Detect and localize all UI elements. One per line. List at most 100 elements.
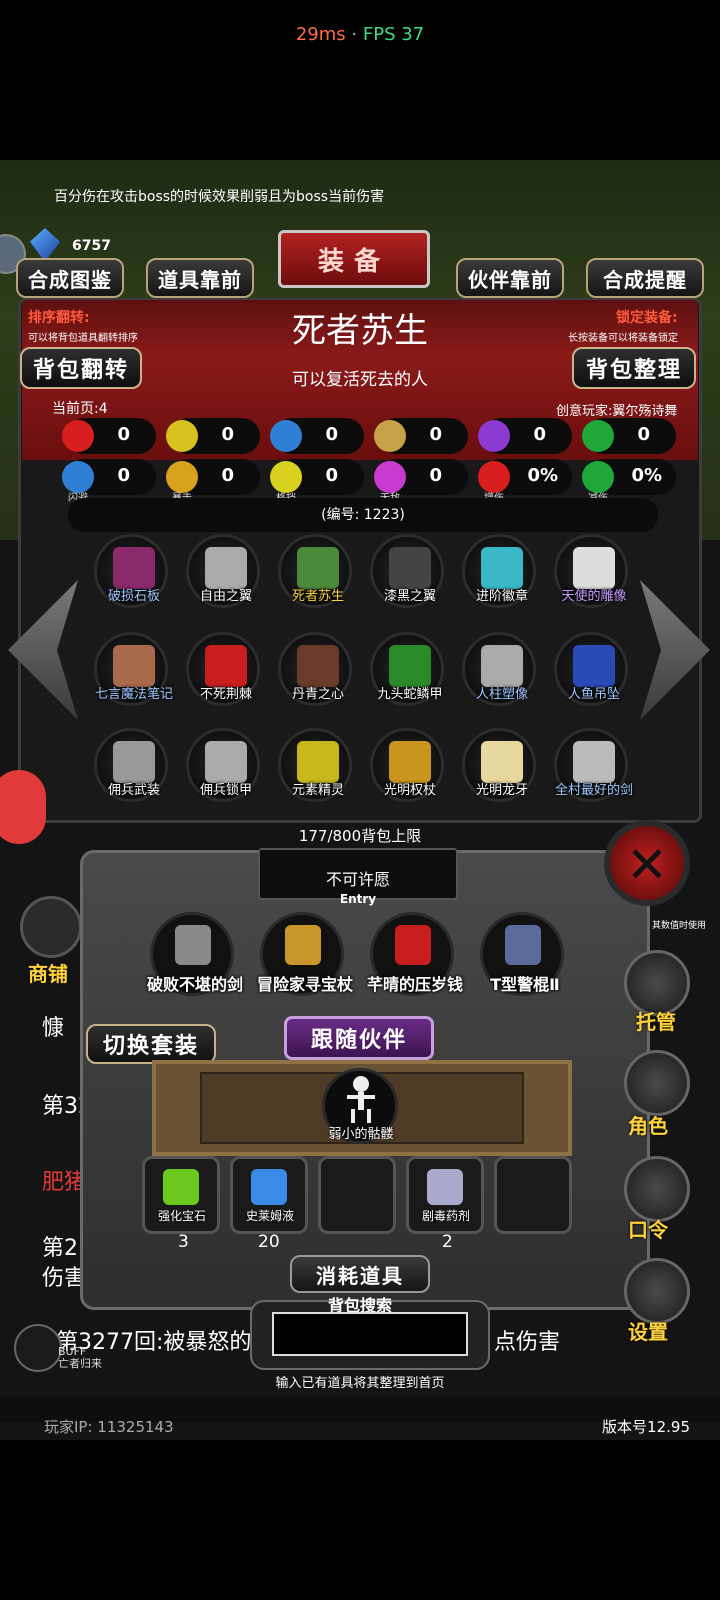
inventory-slot[interactable]: 破损石板	[94, 534, 168, 608]
stat-pill: 0%减伤	[582, 459, 676, 504]
log-line: 慷	[42, 1016, 65, 1041]
partner-front-button[interactable]: 伙伴靠前	[456, 258, 564, 298]
stat-value: 0	[117, 424, 130, 445]
stat-value: 0	[117, 465, 130, 486]
game-screen: 百分伤在攻击boss的时候效果削弱且为boss当前伤害 6757 合成图鉴 道具…	[0, 160, 720, 1440]
item-icon	[205, 547, 247, 589]
heart-icon	[62, 420, 94, 452]
role-label: 角色	[628, 1114, 668, 1138]
skull-icon[interactable]	[14, 1324, 62, 1372]
stat-value: 0	[533, 424, 546, 445]
switch-set-button[interactable]: 切换套装	[86, 1024, 216, 1064]
buff-sub: 亡者归来	[58, 1357, 102, 1370]
item-icon	[297, 547, 339, 589]
item-icon	[573, 547, 615, 589]
items-front-button[interactable]: 道具靠前	[146, 258, 254, 298]
stat-pill: 0	[478, 418, 572, 454]
inventory-slot[interactable]: 死者苏生	[278, 534, 352, 608]
inventory-slot[interactable]: 九头蛇鳞甲	[370, 632, 444, 706]
inventory-slot[interactable]: 佣兵武装	[94, 728, 168, 802]
stat-pill: 0	[374, 418, 468, 454]
item-name: 全村最好的剑	[554, 783, 633, 798]
lightning-icon	[478, 420, 510, 452]
gem-count: 6757	[72, 238, 111, 254]
item-icon	[389, 547, 431, 589]
consumable-slot[interactable]	[494, 1156, 572, 1234]
collection-button[interactable]: 合成图鉴	[16, 258, 124, 298]
consumable-name: 史莱姆液	[245, 1209, 294, 1223]
equipment-icon	[175, 925, 211, 965]
synth-remind-button[interactable]: 合成提醒	[586, 258, 704, 298]
item-icon	[389, 741, 431, 783]
consumable-slot[interactable]: 史莱姆液	[230, 1156, 308, 1234]
stat-value: 0%	[631, 465, 662, 486]
gear-icon[interactable]	[624, 1258, 690, 1324]
inventory-slot[interactable]: 光明权杖	[370, 728, 444, 802]
close-icon: ✕	[626, 836, 668, 894]
flip-bag-button[interactable]: 背包翻转	[20, 347, 142, 389]
wish-entry: Entry	[339, 892, 377, 906]
search-hint: 输入已有道具将其整理到首页	[275, 1376, 445, 1391]
stat-pill: 0	[582, 418, 676, 454]
consumable-name: 强化宝石	[157, 1209, 206, 1223]
percent-hint: 其数值时使用	[652, 921, 707, 931]
inventory-slot[interactable]: 全村最好的剑	[554, 728, 633, 802]
pet-slot[interactable]: 弱小的骷髅	[322, 1068, 398, 1144]
shop-icon[interactable]	[20, 896, 82, 958]
role-icon[interactable]	[624, 1050, 690, 1116]
consumable-slot[interactable]: 剧毒药剂	[406, 1156, 484, 1234]
status-separator: ·	[345, 24, 363, 45]
log-line: 第2	[42, 1236, 78, 1261]
item-icon	[113, 547, 155, 589]
inventory-slot[interactable]: 人鱼吊坠	[554, 632, 628, 706]
stat-value: 0	[325, 424, 338, 445]
inventory-slot[interactable]: 漆黑之翼	[370, 534, 444, 608]
search-input[interactable]	[272, 1312, 468, 1356]
inventory-slot[interactable]: 丹青之心	[278, 632, 352, 706]
stat-pill: 0无敌	[374, 459, 468, 504]
inventory-slot[interactable]: 人柱塑像	[462, 632, 536, 706]
equipped-slot[interactable]: 冒险家寻宝杖	[257, 912, 353, 996]
clover-icon	[582, 420, 614, 452]
inventory-slot[interactable]: 七言魔法笔记	[94, 632, 173, 706]
user-avatar-icon[interactable]	[0, 770, 46, 844]
equipped-slot[interactable]: T型警棍Ⅱ	[480, 912, 564, 996]
stat-pill: 0	[166, 418, 260, 454]
settings-label: 设置	[628, 1320, 668, 1344]
stat-value: 0	[637, 424, 650, 445]
inventory-slot[interactable]: 进阶徽章	[462, 534, 536, 608]
equipment-icon	[285, 925, 321, 965]
equipped-slot[interactable]: 芊晴的压岁钱	[367, 912, 463, 996]
wish-title: 不可许愿	[325, 870, 390, 889]
inventory-slot[interactable]: 佣兵锁甲	[186, 728, 260, 802]
inventory-slot[interactable]: 元素精灵	[278, 728, 352, 802]
inventory-slot[interactable]: 不死荆棘	[186, 632, 260, 706]
stat-pill: 0	[270, 418, 364, 454]
notice-text: 百分伤在攻击boss的时候效果削弱且为boss当前伤害	[54, 189, 385, 205]
consumable-icon	[427, 1169, 463, 1205]
stat-pill: 0格挡	[270, 459, 364, 504]
inventory-slot[interactable]: 自由之翼	[186, 534, 260, 608]
sort-bag-button[interactable]: 背包整理	[572, 347, 696, 389]
inventory-slot[interactable]: 天使的雕像	[554, 534, 628, 608]
stat-value: 0%	[527, 465, 558, 486]
inventory-slot[interactable]: 光明龙牙	[462, 728, 536, 802]
skeleton-icon	[347, 1076, 375, 1123]
stat-value: 0	[429, 424, 442, 445]
equipment-icon	[395, 925, 431, 965]
item-icon	[205, 645, 247, 687]
consumable-count: 20	[258, 1232, 280, 1252]
consumable-slot[interactable]	[318, 1156, 396, 1234]
item-icon	[297, 645, 339, 687]
item-icon	[113, 741, 155, 783]
item-icon	[481, 645, 523, 687]
follow-partner-title: 跟随伙伴	[284, 1016, 434, 1060]
ping-readout: 29ms	[295, 24, 346, 45]
consumable-slot[interactable]: 强化宝石	[142, 1156, 220, 1234]
scroll-icon[interactable]	[624, 1156, 690, 1222]
close-button[interactable]: ✕	[604, 820, 690, 906]
consumable-icon	[251, 1169, 287, 1205]
creator-credit: 创意玩家:翼尔殇诗舞	[556, 404, 678, 419]
fps-readout: FPS 37	[362, 24, 425, 45]
equipped-slot[interactable]: 破败不堪的剑	[147, 912, 243, 996]
